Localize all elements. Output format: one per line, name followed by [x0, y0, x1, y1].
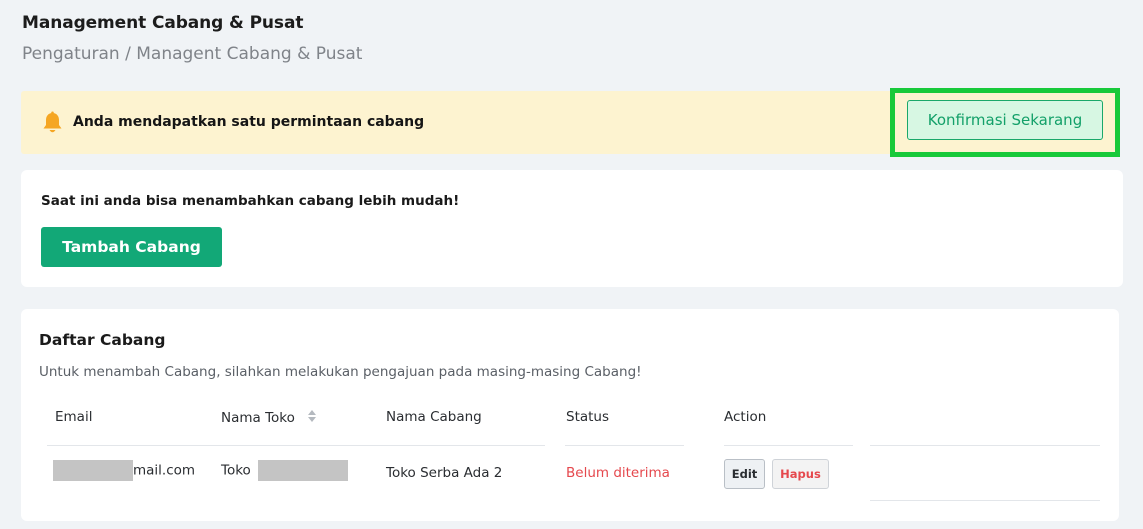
add-branch-button[interactable]: Tambah Cabang: [41, 227, 222, 267]
store-prefix: Toko: [221, 462, 251, 479]
redacted-block: [258, 460, 349, 481]
status-badge: Belum diterima: [566, 465, 670, 481]
page-title: Management Cabang & Pusat: [22, 13, 304, 33]
edit-button[interactable]: Edit: [724, 459, 765, 489]
add-branch-info: Saat ini anda bisa menambahkan cabang le…: [41, 193, 460, 209]
row-branch: Toko Serba Ada 2: [386, 465, 503, 481]
breadcrumb: Pengaturan / Managent Cabang & Pusat: [22, 44, 363, 64]
add-branch-card: Saat ini anda bisa menambahkan cabang le…: [21, 170, 1123, 287]
header-divider: [724, 445, 853, 446]
row-email: mail.com: [53, 460, 195, 481]
redacted-block: [53, 460, 133, 481]
column-header-status[interactable]: Status: [566, 409, 609, 425]
email-suffix: mail.com: [133, 462, 196, 479]
column-header-action: Action: [724, 409, 767, 425]
column-header-branch[interactable]: Nama Cabang: [386, 409, 482, 425]
column-header-store[interactable]: Nama Toko: [221, 409, 317, 427]
row-store: Toko: [221, 460, 349, 481]
confirm-highlight: Konfirmasi Sekarang: [890, 88, 1120, 157]
confirm-now-button[interactable]: Konfirmasi Sekarang: [907, 100, 1103, 140]
sort-icon[interactable]: [307, 409, 317, 427]
header-divider: [47, 445, 545, 446]
notice-message: Anda mendapatkan satu permintaan cabang: [73, 114, 425, 130]
branch-list-subtitle: Untuk menambah Cabang, silahkan melakuka…: [39, 364, 642, 380]
branch-request-notice: Anda mendapatkan satu permintaan cabang …: [21, 88, 1120, 157]
header-divider: [870, 445, 1100, 446]
header-divider: [565, 445, 684, 446]
bell-icon: [40, 111, 65, 135]
branch-list-card: Daftar Cabang Untuk menambah Cabang, sil…: [21, 309, 1119, 521]
row-divider: [870, 500, 1100, 501]
column-header-email[interactable]: Email: [55, 409, 92, 425]
delete-button[interactable]: Hapus: [772, 459, 829, 489]
branch-list-title: Daftar Cabang: [39, 331, 166, 349]
column-header-store-label: Nama Toko: [221, 410, 295, 426]
